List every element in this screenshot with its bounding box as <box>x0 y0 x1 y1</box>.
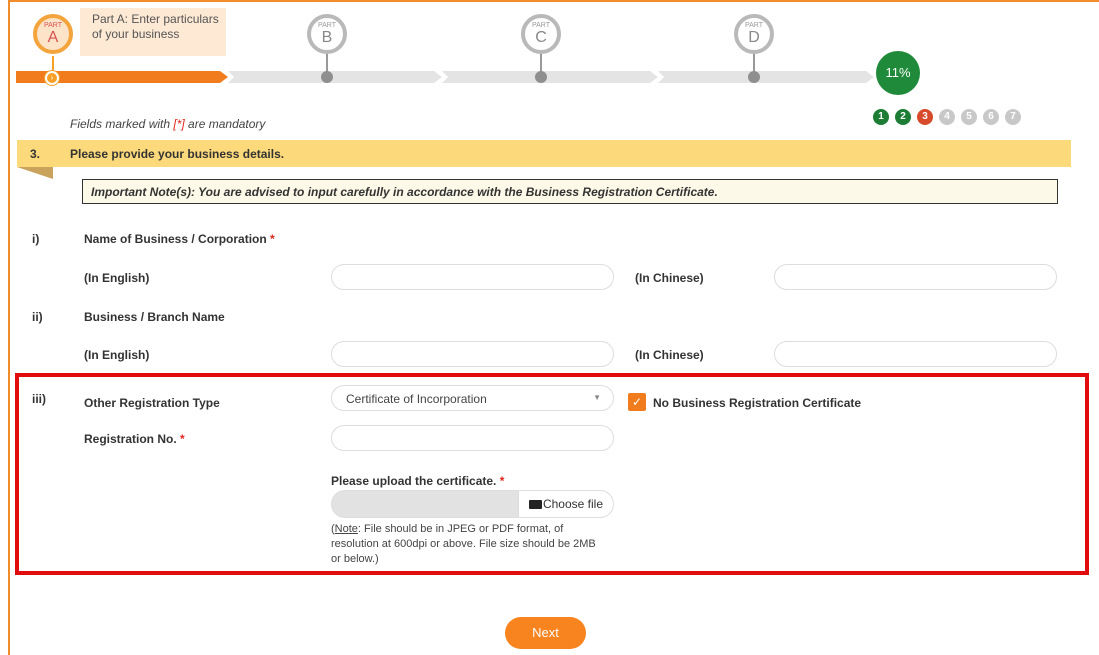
branch-name-chinese-label: (In Chinese) <box>635 348 704 362</box>
required-mark: * <box>499 474 505 488</box>
part-a-letter: A <box>47 29 59 46</box>
registration-type-value: Certificate of Incorporation <box>346 392 487 406</box>
file-upload-field[interactable]: Choose file <box>331 490 614 518</box>
upload-note: (Note: File should be in JPEG or PDF for… <box>331 523 596 565</box>
section-number: 3. <box>30 147 41 161</box>
registration-no-input[interactable] <box>331 425 614 451</box>
q2-number: ii) <box>32 310 43 324</box>
branch-name-english-label: (In English) <box>84 348 150 362</box>
step-7: 7 <box>1005 109 1021 125</box>
progress-percent: 11% <box>876 51 920 95</box>
step-indicators: 1 2 3 4 5 6 7 <box>873 109 1021 125</box>
q3-number: iii) <box>32 392 46 406</box>
part-c-circle[interactable]: PART C <box>521 14 561 54</box>
checkmark-icon: ✓ <box>631 395 643 409</box>
registration-type-label: Other Registration Type <box>84 396 220 410</box>
part-d-node <box>748 71 760 83</box>
progress-track <box>16 71 876 83</box>
chevron-down-icon: ▼ <box>593 393 601 402</box>
registration-type-select[interactable]: Certificate of Incorporation ▼ <box>331 385 614 411</box>
part-c-stem <box>540 52 542 72</box>
mandatory-prefix: Fields marked with <box>70 117 174 131</box>
business-name-chinese-input[interactable] <box>774 264 1057 290</box>
no-brc-label[interactable]: No Business Registration Certificate <box>653 396 861 410</box>
mandatory-mark: [*] <box>173 117 185 131</box>
part-b-node <box>321 71 333 83</box>
upload-note-prefix: Note <box>334 523 358 535</box>
page-frame-top <box>8 0 1099 2</box>
no-brc-checkbox[interactable]: ✓ <box>628 393 646 411</box>
choose-file-label: Choose file <box>542 497 604 511</box>
part-d-letter: D <box>748 29 760 46</box>
mandatory-hint: Fields marked with [*] are mandatory <box>70 117 265 131</box>
choose-file-button[interactable]: Choose file <box>518 491 613 517</box>
step-3[interactable]: 3 <box>917 109 933 125</box>
business-name-english-input[interactable] <box>331 264 614 290</box>
upload-label: Please upload the certificate. * <box>331 474 504 488</box>
section-title: Please provide your business details. <box>70 147 285 161</box>
upload-label-text: Please upload the certificate. <box>331 474 497 488</box>
business-name-label-text: Name of Business / Corporation <box>84 232 267 246</box>
progress-segment-d <box>658 71 874 83</box>
part-a-circle[interactable]: PART A <box>33 14 73 54</box>
section-banner-tail <box>17 167 53 179</box>
part-c-letter: C <box>535 29 547 46</box>
upload-note-text: : File should be in JPEG or PDF format, … <box>331 523 596 565</box>
part-d-stem <box>753 52 755 72</box>
business-name-label: Name of Business / Corporation * <box>84 232 275 246</box>
part-d-circle[interactable]: PART D <box>734 14 774 54</box>
folder-open-icon <box>528 500 542 509</box>
part-c-node <box>535 71 547 83</box>
important-note: Important Note(s): You are advised to in… <box>82 179 1058 204</box>
registration-no-label: Registration No. * <box>84 432 185 446</box>
q1-number: i) <box>32 232 40 246</box>
business-name-chinese-label: (In Chinese) <box>635 271 704 285</box>
step-4: 4 <box>939 109 955 125</box>
business-name-english-label: (In English) <box>84 271 150 285</box>
next-button[interactable]: Next <box>505 617 586 649</box>
part-b-stem <box>326 52 328 72</box>
part-b-circle[interactable]: PART B <box>307 14 347 54</box>
step-1[interactable]: 1 <box>873 109 889 125</box>
required-mark: * <box>180 432 185 446</box>
required-mark: * <box>270 232 275 246</box>
part-a-label: Part A: Enter particulars of your busine… <box>80 8 226 56</box>
step-5: 5 <box>961 109 977 125</box>
branch-name-english-input[interactable] <box>331 341 614 367</box>
part-a-node: › <box>45 71 59 85</box>
progress-segment-b <box>228 71 442 83</box>
progress-segment-c <box>442 71 658 83</box>
step-2[interactable]: 2 <box>895 109 911 125</box>
branch-name-chinese-input[interactable] <box>774 341 1057 367</box>
mandatory-suffix: are mandatory <box>184 117 266 131</box>
registration-no-label-text: Registration No. <box>84 432 177 446</box>
step-6: 6 <box>983 109 999 125</box>
branch-name-label: Business / Branch Name <box>84 310 225 324</box>
page-frame-left <box>8 0 10 655</box>
part-b-letter: B <box>321 29 333 46</box>
